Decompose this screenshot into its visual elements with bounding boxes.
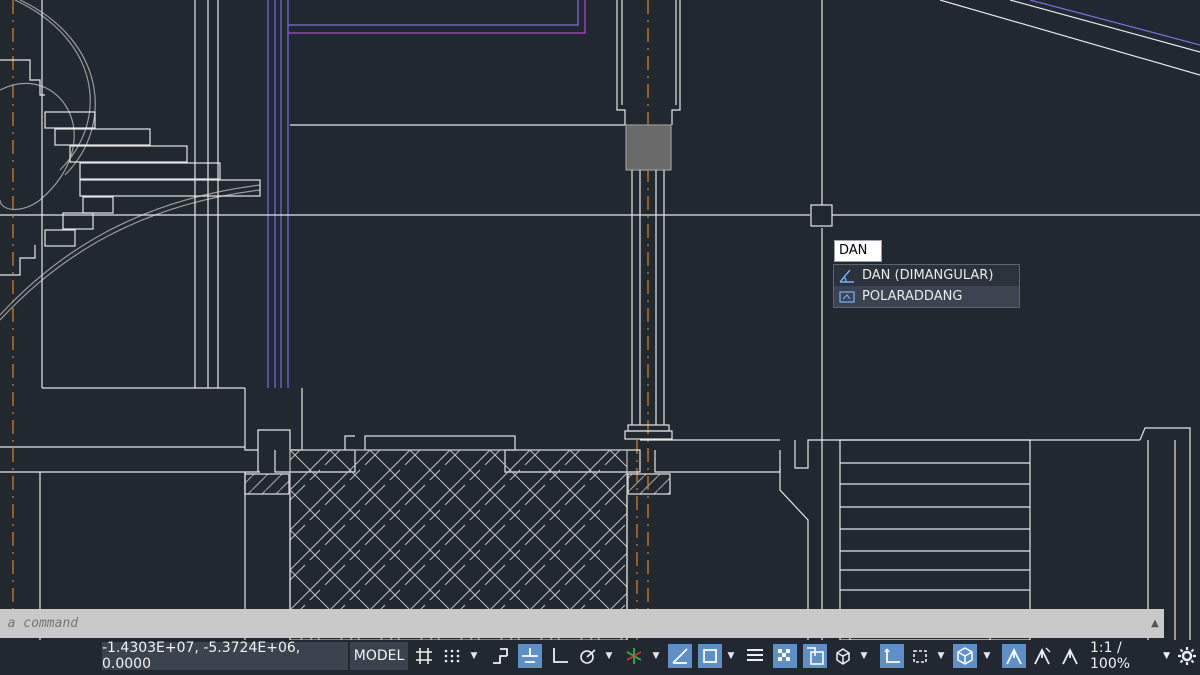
grid-icon[interactable] [412,644,436,668]
annotation-visibility-icon[interactable] [1002,644,1026,668]
command-history-up-icon[interactable]: ▲ [1146,609,1164,638]
dimangular-icon [838,268,856,284]
isometric-dropdown-icon[interactable]: ▼ [650,644,662,668]
object-snap-dropdown-icon[interactable]: ▼ [725,644,737,668]
model-space-button[interactable]: MODEL [350,642,408,670]
coordinates-display[interactable]: -1.4303E+07, -5.3724E+06, 0.0000 [102,640,348,672]
polar-dropdown-icon[interactable]: ▼ [603,644,615,668]
ortho-icon[interactable] [548,644,572,668]
3d-object-snap-icon[interactable] [831,644,855,668]
scale-dropdown-icon: ▼ [1163,651,1170,661]
dynamic-ucs-icon[interactable] [880,644,904,668]
infer-constraints-icon[interactable] [488,644,512,668]
transparency-icon[interactable] [773,644,797,668]
lineweight-icon[interactable] [743,644,767,668]
dynamic-input-icon[interactable] [518,644,542,668]
isometric-icon[interactable] [622,644,646,668]
gizmo-dropdown-icon[interactable]: ▼ [981,644,993,668]
selection-cycling-icon[interactable] [803,644,827,668]
object-snap-icon[interactable] [698,644,722,668]
annotation-scale-icon[interactable] [1058,644,1082,668]
autocomplete-item-polaraddang[interactable]: POLARADDANG [834,286,1019,307]
selection-filter-dropdown-icon[interactable]: ▼ [935,644,947,668]
3d-snap-dropdown-icon[interactable]: ▼ [858,644,870,668]
polaraddang-icon [838,289,856,305]
selection-filter-icon[interactable] [908,644,932,668]
command-autocomplete-list[interactable]: DAN (DIMANGULAR) POLARADDANG [833,264,1020,308]
autocomplete-item-label: POLARADDANG [862,289,963,304]
dynamic-input-box[interactable]: DAN [834,240,882,262]
annotation-scale-label: 1:1 / 100% [1090,640,1131,672]
snap-dropdown-icon[interactable]: ▼ [468,644,480,668]
autocomplete-item-label: DAN (DIMANGULAR) [862,268,994,283]
gizmo-icon[interactable] [953,644,977,668]
annotation-scale-dropdown[interactable]: 1:1 / 100% ▼ [1090,640,1170,672]
autocomplete-item-dimangular[interactable]: DAN (DIMANGULAR) [834,265,1019,286]
polar-tracking-icon[interactable] [576,644,600,668]
command-line: ▲ [0,608,1164,639]
command-input[interactable] [0,608,1146,639]
snap-icon[interactable] [440,644,464,668]
drawing-canvas[interactable] [0,0,1200,640]
object-snap-tracking-icon[interactable] [668,644,692,668]
settings-gear-icon[interactable] [1175,644,1199,668]
auto-scale-icon[interactable] [1030,644,1054,668]
